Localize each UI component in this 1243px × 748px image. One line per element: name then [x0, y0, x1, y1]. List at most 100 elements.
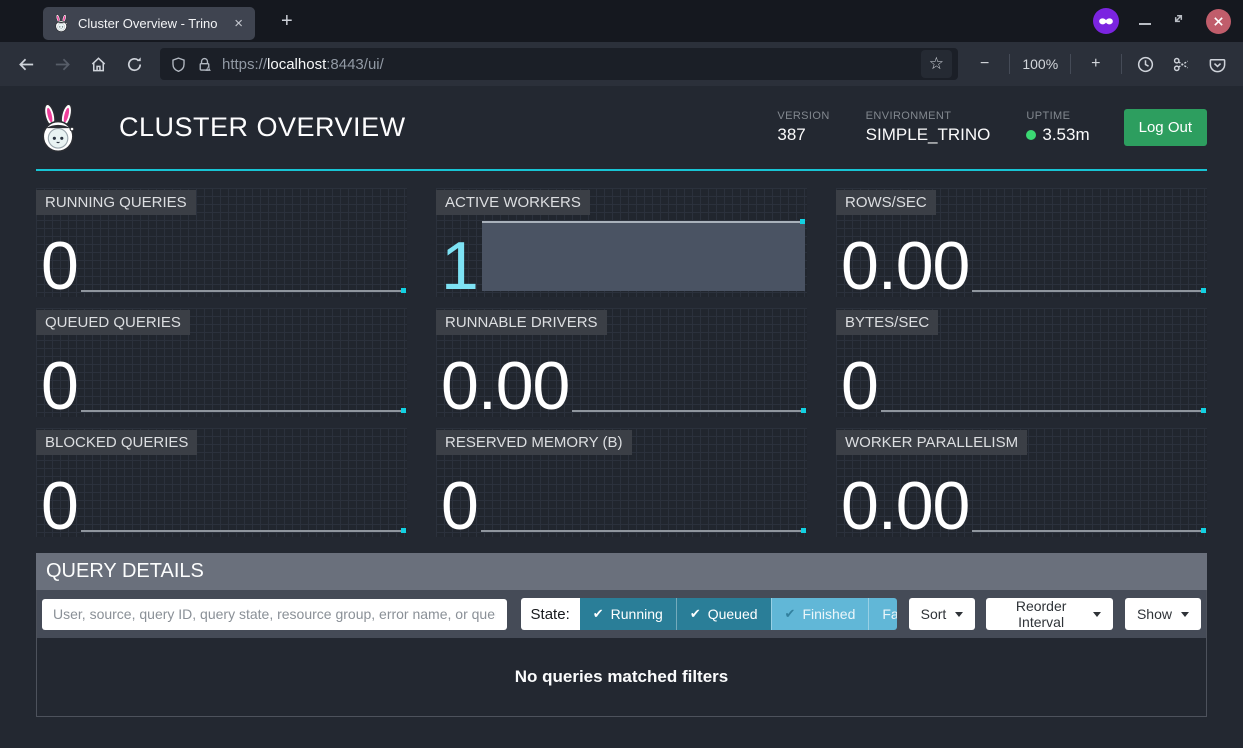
sparkline [481, 530, 805, 532]
bookmark-star-icon[interactable]: ☆ [921, 50, 952, 78]
browser-window: Cluster Overview - Trino × + [0, 0, 1243, 748]
stat-value: 0.00 [841, 238, 969, 295]
stat-label: ROWS/SEC [836, 190, 936, 215]
stat-value: 0 [441, 478, 478, 535]
screenshot-scissors-icon[interactable] [1166, 48, 1198, 80]
zoom-level[interactable]: 100% [1022, 56, 1058, 72]
stat-tile-bytes-sec: BYTES/SEC 0 [836, 308, 1207, 417]
logout-button[interactable]: Log Out [1124, 109, 1207, 146]
state-filter-running[interactable]: ✔ Running [580, 598, 676, 630]
divider [1070, 54, 1071, 74]
sparkline [81, 290, 405, 292]
version-info: VERSION 387 [777, 110, 829, 145]
stat-label: RESERVED MEMORY (B) [436, 430, 632, 455]
pocket-icon[interactable] [1202, 48, 1234, 80]
header-meta: VERSION 387 ENVIRONMENT SIMPLE_TRINO UPT… [777, 110, 1089, 145]
browser-navbar: https://localhost:8443/ui/ ☆ − 100% + [0, 42, 1243, 86]
sparkline [881, 410, 1205, 412]
query-details-section: QUERY DETAILS State: ✔ Running ✔ Queued [36, 553, 1207, 717]
url-bar[interactable]: https://localhost:8443/ui/ ☆ [160, 48, 958, 80]
stat-tile-worker-parallelism: WORKER PARALLELISM 0.00 [836, 428, 1207, 537]
sparkline [572, 410, 805, 412]
stat-label: WORKER PARALLELISM [836, 430, 1027, 455]
stat-label: ACTIVE WORKERS [436, 190, 590, 215]
menu-hamburger-icon[interactable] [1238, 48, 1243, 80]
query-filter-toolbar: State: ✔ Running ✔ Queued ✔ Finished [37, 590, 1206, 638]
url-scheme: https:// [222, 56, 267, 73]
zoom-in-button[interactable]: + [1083, 51, 1108, 77]
url-host: localhost [267, 56, 326, 73]
query-details-container: State: ✔ Running ✔ Queued ✔ Finished [36, 590, 1207, 717]
version-value: 387 [777, 125, 829, 145]
stat-value: 0 [841, 358, 878, 415]
forward-button[interactable] [46, 48, 78, 80]
sparkline [972, 530, 1205, 532]
sparkline [81, 530, 405, 532]
url-text[interactable]: https://localhost:8443/ui/ [222, 56, 921, 73]
url-path: :8443/ui/ [326, 56, 384, 73]
check-icon: ✔ [593, 606, 604, 622]
state-filter-label: State: [521, 598, 580, 630]
stat-label: BYTES/SEC [836, 310, 938, 335]
stat-tile-runnable-drivers: RUNNABLE DRIVERS 0.00 [436, 308, 807, 417]
stat-tile-reserved-memory: RESERVED MEMORY (B) 0 [436, 428, 807, 537]
query-search-input[interactable] [42, 599, 507, 630]
stat-value: 0.00 [841, 478, 969, 535]
stat-tile-running-queries: RUNNING QUERIES 0 [36, 188, 407, 297]
reorder-interval-dropdown[interactable]: Reorder Interval [986, 598, 1113, 630]
state-filter-failed-dropdown[interactable]: Failed [868, 598, 896, 630]
environment-value: SIMPLE_TRINO [866, 125, 991, 145]
tab-title: Cluster Overview - Trino [78, 16, 230, 31]
stat-tile-rows-sec: ROWS/SEC 0.00 [836, 188, 1207, 297]
back-button[interactable] [10, 48, 42, 80]
window-controls [1093, 8, 1231, 34]
query-details-title: QUERY DETAILS [36, 553, 1207, 590]
minimize-button[interactable] [1139, 23, 1151, 25]
chevron-down-icon [955, 612, 963, 617]
show-dropdown[interactable]: Show [1125, 598, 1201, 630]
stat-value: 1 [441, 238, 478, 295]
state-filter-finished[interactable]: ✔ Finished [771, 598, 869, 630]
stat-label: RUNNING QUERIES [36, 190, 196, 215]
state-filter-queued[interactable]: ✔ Queued [676, 598, 771, 630]
browser-titlebar: Cluster Overview - Trino × + [0, 0, 1243, 42]
check-icon: ✔ [785, 606, 796, 622]
zoom-out-button[interactable]: − [972, 51, 997, 77]
lock-warning-icon[interactable] [196, 56, 213, 73]
sparkline-area [482, 221, 805, 291]
divider [1121, 54, 1122, 74]
environment-info: ENVIRONMENT SIMPLE_TRINO [866, 110, 991, 145]
uptime-info: UPTIME 3.53m [1026, 110, 1089, 145]
private-browsing-mask-icon[interactable] [1093, 8, 1119, 34]
environment-label: ENVIRONMENT [866, 110, 991, 122]
divider [1009, 54, 1010, 74]
stat-value: 0 [41, 358, 78, 415]
trino-bunny-logo [36, 103, 82, 155]
stat-tile-blocked-queries: BLOCKED QUERIES 0 [36, 428, 407, 537]
stat-label: QUEUED QUERIES [36, 310, 190, 335]
sparkline [81, 410, 405, 412]
stats-grid: RUNNING QUERIES 0 ACTIVE WORKERS 1 ROWS/… [36, 188, 1207, 537]
stat-value: 0.00 [441, 358, 569, 415]
maximize-button[interactable] [1171, 11, 1186, 31]
empty-queries-message: No queries matched filters [37, 638, 1206, 716]
browser-tab[interactable]: Cluster Overview - Trino × [43, 7, 255, 40]
history-clock-icon[interactable] [1130, 48, 1162, 80]
check-icon: ✔ [690, 606, 701, 622]
window-close-button[interactable] [1206, 9, 1231, 34]
sort-dropdown[interactable]: Sort [909, 598, 976, 630]
new-tab-button[interactable]: + [273, 8, 301, 35]
stat-label: RUNNABLE DRIVERS [436, 310, 607, 335]
tracking-shield-icon[interactable] [170, 56, 187, 73]
chevron-down-icon [1181, 612, 1189, 617]
stat-label: BLOCKED QUERIES [36, 430, 197, 455]
trino-page: CLUSTER OVERVIEW VERSION 387 ENVIRONMENT… [0, 86, 1243, 748]
cluster-header: CLUSTER OVERVIEW VERSION 387 ENVIRONMENT… [36, 86, 1207, 171]
state-filter-group: State: ✔ Running ✔ Queued ✔ Finished [521, 598, 897, 630]
home-button[interactable] [82, 48, 114, 80]
stat-tile-active-workers: ACTIVE WORKERS 1 [436, 188, 807, 297]
status-dot [1026, 130, 1036, 140]
reload-button[interactable] [118, 48, 150, 80]
chevron-down-icon [1093, 612, 1101, 617]
tab-close-icon[interactable]: × [230, 13, 247, 34]
